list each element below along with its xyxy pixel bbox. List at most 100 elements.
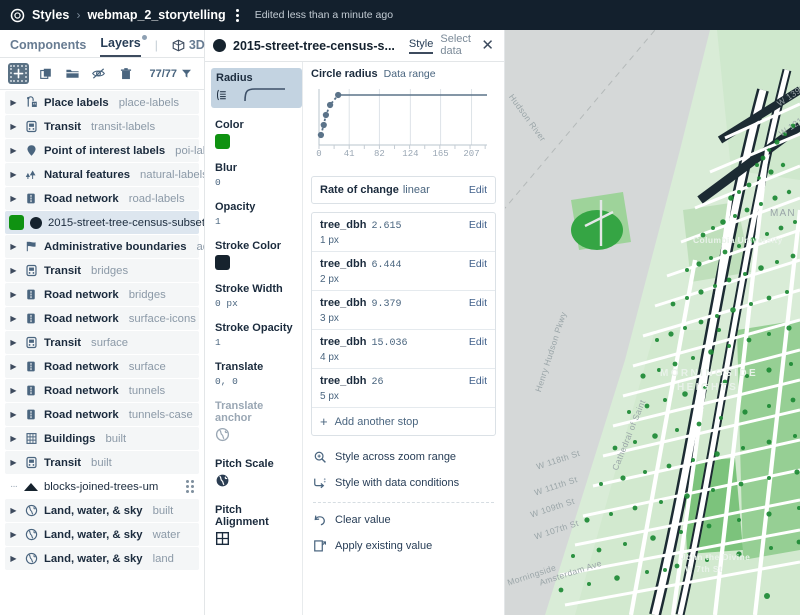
rate-of-change-row[interactable]: Rate of change linear Edit xyxy=(312,177,495,203)
layer-count-filter[interactable]: 77/77 xyxy=(150,68,197,80)
layer-row-road-bridges[interactable]: ▶ Road network bridges xyxy=(5,283,199,306)
duplicate-layer-button[interactable] xyxy=(36,64,56,84)
layer-list[interactable]: ▶ Place labels place-labels ▶ Transit tr… xyxy=(0,90,204,613)
tab-components[interactable]: Components xyxy=(10,38,86,57)
stop-row[interactable]: tree_dbh 2.615 Edit 1 px xyxy=(312,213,495,252)
grid-icon[interactable] xyxy=(215,531,230,546)
layer-row-blocks-joined-trees-um[interactable]: ··· blocks-joined-trees-um xyxy=(5,475,199,498)
stroke-color-swatch[interactable] xyxy=(215,255,230,270)
tab-layers[interactable]: Layers xyxy=(100,36,140,57)
chart-point[interactable] xyxy=(318,132,324,138)
property-list[interactable]: Radius Color xyxy=(205,62,303,615)
tab-select-data[interactable]: Select data xyxy=(440,33,472,59)
edit-stop-button[interactable]: Edit xyxy=(469,297,487,309)
expand-caret-icon[interactable]: ▶ xyxy=(9,290,18,299)
edit-stop-button[interactable]: Edit xyxy=(469,258,487,270)
chart-point[interactable] xyxy=(321,122,327,128)
data-range-chart[interactable]: 04182124165207 xyxy=(311,83,496,169)
expand-caret-icon[interactable]: ▶ xyxy=(9,266,18,275)
layer-row-road-labels[interactable]: ▶ Road network road-labels xyxy=(5,187,199,210)
expand-caret-icon[interactable]: ▶ xyxy=(9,314,18,323)
edit-stop-button[interactable]: Edit xyxy=(469,375,487,387)
stop-row[interactable]: tree_dbh 15.036 Edit 4 px xyxy=(312,330,495,369)
layer-row-road-surface[interactable]: ▶ Road network surface xyxy=(5,355,199,378)
tab-3d[interactable]: 3D xyxy=(172,38,205,57)
delete-layer-button[interactable] xyxy=(116,64,136,84)
stop-row[interactable]: tree_dbh 6.444 Edit 2 px xyxy=(312,252,495,291)
layer-color-swatch[interactable] xyxy=(9,215,24,230)
expand-caret-icon[interactable]: ▶ xyxy=(9,410,18,419)
layer-row-admin[interactable]: ▶ Administrative boundaries admin xyxy=(5,235,199,258)
chart-point[interactable] xyxy=(323,112,329,118)
expand-caret-icon[interactable]: ▶ xyxy=(9,458,18,467)
expand-caret-icon[interactable]: ▶ xyxy=(9,362,18,371)
kebab-menu-icon[interactable] xyxy=(233,9,242,22)
chart-point[interactable] xyxy=(335,92,341,98)
tab-style[interactable]: Style xyxy=(409,38,433,54)
property-translate-anchor[interactable]: Translate anchor xyxy=(213,398,302,447)
expand-caret-icon[interactable]: ▶ xyxy=(9,386,18,395)
expand-caret-icon[interactable]: ▶ xyxy=(9,170,18,179)
style-with-data-conditions-button[interactable]: Style with data conditions xyxy=(311,470,496,496)
rate-of-change-card[interactable]: Rate of change linear Edit xyxy=(311,176,496,204)
property-stroke-color[interactable]: Stroke Color xyxy=(213,238,302,272)
edit-stop-button[interactable]: Edit xyxy=(469,336,487,348)
globe-icon[interactable] xyxy=(215,473,230,488)
edit-stop-button[interactable]: Edit xyxy=(469,219,487,231)
stop-row[interactable]: tree_dbh 9.379 Edit 3 px xyxy=(312,291,495,330)
breadcrumb-styles[interactable]: Styles xyxy=(32,8,69,22)
expand-caret-icon[interactable]: ▶ xyxy=(9,338,18,347)
property-translate[interactable]: Translate 0, 0 xyxy=(213,359,302,389)
expand-caret-icon[interactable]: ▶ xyxy=(9,146,18,155)
property-color[interactable]: Color xyxy=(213,117,302,151)
expand-caret-icon[interactable]: ▶ xyxy=(9,242,18,251)
property-blur[interactable]: Blur 0 xyxy=(213,160,302,190)
map-canvas[interactable]: Hudson River Henry Hudson Pkwy W 139th S… xyxy=(505,30,800,615)
layer-row-transit-bridges[interactable]: ▶ Transit bridges xyxy=(5,259,199,282)
expand-caret-icon[interactable]: ▶ xyxy=(9,98,18,107)
clear-value-button[interactable]: Clear value xyxy=(311,507,496,533)
color-swatch[interactable] xyxy=(215,134,230,149)
layer-row-place-labels[interactable]: ▶ Place labels place-labels xyxy=(5,91,199,114)
close-icon[interactable]: ✕ xyxy=(479,38,496,53)
layer-row-buildings-built[interactable]: ▶ Buildings built xyxy=(5,427,199,450)
property-pitch-scale[interactable]: Pitch Scale xyxy=(213,456,302,493)
expand-caret-icon[interactable]: ▶ xyxy=(9,506,18,515)
layer-row-land-water-sky-built[interactable]: ▶ Land, water, & sky built xyxy=(5,499,199,522)
style-across-zoom-range-button[interactable]: Style across zoom range xyxy=(311,444,496,470)
layer-row-transit-built[interactable]: ▶ Transit built xyxy=(5,451,199,474)
layer-row-transit-labels[interactable]: ▶ Transit transit-labels xyxy=(5,115,199,138)
layer-row-transit-surface[interactable]: ▶ Transit surface xyxy=(5,331,199,354)
layer-row-land-water-sky-land[interactable]: ▶ Land, water, & sky land xyxy=(5,547,199,570)
expand-caret-icon[interactable]: ▶ xyxy=(9,554,18,563)
chart-point[interactable] xyxy=(327,102,333,108)
expand-caret-icon[interactable]: ▶ xyxy=(9,122,18,131)
stop-row[interactable]: tree_dbh 26 Edit 5 px xyxy=(312,369,495,408)
layer-row-natural-labels[interactable]: ▶ Natural features natural-labels xyxy=(5,163,199,186)
expand-caret-icon[interactable]: ▶ xyxy=(9,194,18,203)
property-stroke-opacity[interactable]: Stroke Opacity 1 xyxy=(213,320,302,350)
layer-row-2015-street-tree-census-subset[interactable]: 2015-street-tree-census-subset xyxy=(5,211,199,234)
edit-rate-of-change-button[interactable]: Edit xyxy=(469,184,487,196)
property-opacity[interactable]: Opacity 1 xyxy=(213,199,302,229)
property-radius[interactable]: Radius xyxy=(211,68,302,108)
overflow-dots-icon[interactable]: ··· xyxy=(9,481,18,492)
add-another-stop-button[interactable]: + Add another stop xyxy=(312,408,495,435)
add-layer-button[interactable] xyxy=(8,63,29,84)
property-stroke-width[interactable]: Stroke Width 0 px xyxy=(213,281,302,311)
chart-data-points[interactable] xyxy=(318,92,341,138)
property-pitch-alignment[interactable]: Pitch Alignment xyxy=(213,502,302,551)
expand-caret-icon[interactable]: ▶ xyxy=(9,530,18,539)
layer-row-poi-labels[interactable]: ▶ Point of interest labels poi-labels xyxy=(5,139,199,162)
globe-icon[interactable] xyxy=(215,427,230,442)
layer-row-road-tunnels[interactable]: ▶ Road network tunnels xyxy=(5,379,199,402)
expand-caret-icon[interactable]: ▶ xyxy=(9,434,18,443)
mapbox-logo-icon[interactable] xyxy=(10,8,25,23)
hide-layer-button[interactable] xyxy=(89,64,109,84)
apply-existing-value-button[interactable]: Apply existing value xyxy=(311,533,496,559)
layer-row-road-surface-icons[interactable]: ▶ Road network surface-icons xyxy=(5,307,199,330)
group-layers-button[interactable] xyxy=(62,64,82,84)
drag-handle-icon[interactable] xyxy=(186,480,194,493)
layer-row-land-water-sky-water[interactable]: ▶ Land, water, & sky water xyxy=(5,523,199,546)
layer-row-road-tunnels-case[interactable]: ▶ Road network tunnels-case xyxy=(5,403,199,426)
